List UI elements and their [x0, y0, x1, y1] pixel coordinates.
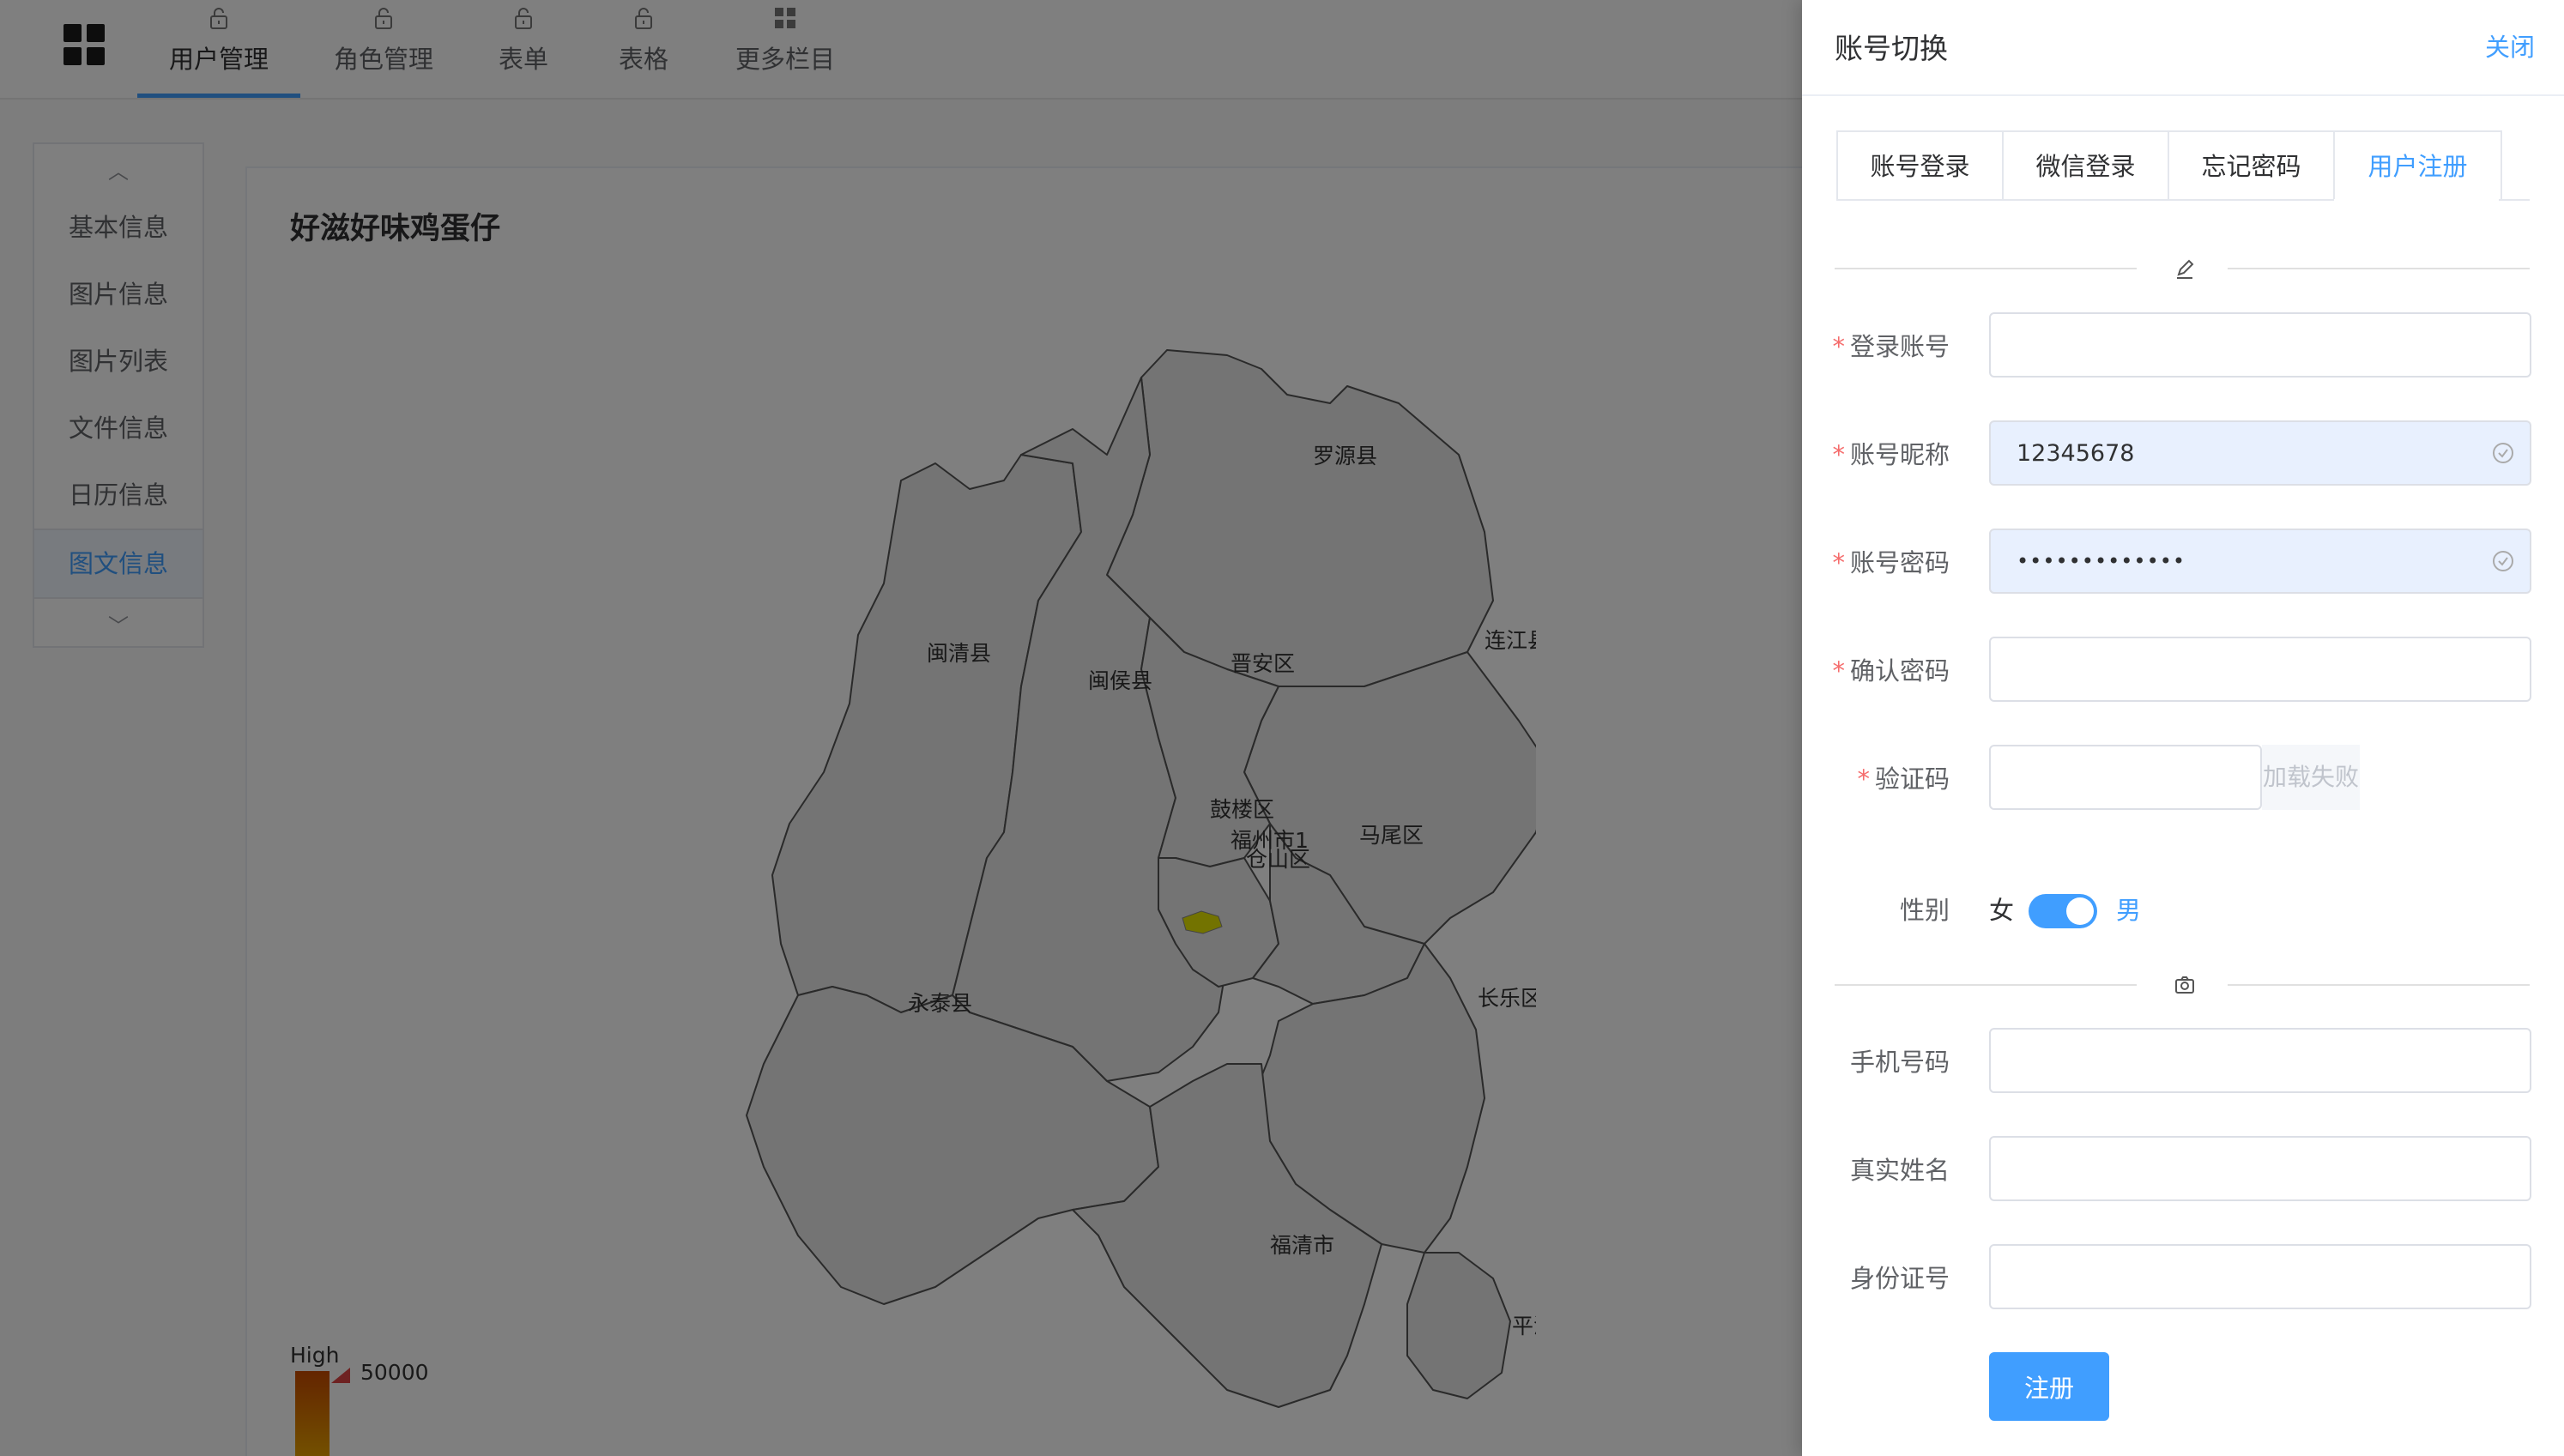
- check-circle-icon: [2493, 443, 2513, 463]
- required-mark: *: [1857, 764, 1870, 794]
- label-text: 登录账号: [1849, 332, 1950, 361]
- form-row-gender: 性别 女 男: [1802, 880, 2564, 940]
- input-value: •••••••••••••: [2017, 549, 2186, 573]
- form-row-idcard: 身份证号: [1802, 1244, 2564, 1313]
- tab-account-login[interactable]: 账号登录: [1838, 132, 2004, 201]
- phone-label: 手机号码: [1849, 1048, 1950, 1077]
- required-mark: *: [1832, 440, 1845, 469]
- gender-label: 性别: [1899, 896, 1950, 925]
- form-row-captcha: * 验证码 加载失败: [1802, 745, 2564, 813]
- tab-user-register[interactable]: 用户注册: [2335, 132, 2501, 201]
- idcard-input[interactable]: [1989, 1244, 2531, 1309]
- label-text: 验证码: [1874, 764, 1950, 794]
- label-text: 账号昵称: [1849, 440, 1950, 469]
- modal-overlay[interactable]: [0, 0, 1802, 1456]
- edit-icon: [2177, 259, 2194, 279]
- auth-tabs: 账号登录 微信登录 忘记密码 用户注册: [1836, 130, 2502, 201]
- nickname-label: * 账号昵称: [1832, 420, 1950, 489]
- captcha-input[interactable]: [1989, 745, 2262, 810]
- label-text: 账号密码: [1849, 548, 1950, 577]
- password-label: * 账号密码: [1832, 529, 1950, 597]
- close-button[interactable]: 关闭: [2485, 27, 2535, 63]
- idcard-label: 身份证号: [1849, 1264, 1950, 1293]
- camera-icon: [2175, 976, 2194, 994]
- phone-input[interactable]: [1989, 1028, 2531, 1093]
- tab-forgot-password[interactable]: 忘记密码: [2169, 132, 2335, 201]
- register-button[interactable]: 注册: [1989, 1352, 2109, 1421]
- input-value: 12345678: [2017, 439, 2135, 467]
- captcha-image[interactable]: 加载失败: [2262, 745, 2360, 810]
- gender-switch[interactable]: [2029, 894, 2097, 928]
- required-mark: *: [1832, 548, 1845, 577]
- required-mark: *: [1832, 656, 1845, 686]
- captcha-label: * 验证码: [1857, 745, 1950, 813]
- account-switch-drawer: 账号切换 关闭 账号登录 微信登录 忘记密码 用户注册 * 登录账号 * 账号昵称 …: [1802, 0, 2564, 1456]
- form-row-confirm: * 确认密码: [1802, 637, 2564, 705]
- tabs-active-gap: [2334, 199, 2499, 201]
- gender-male-label: 男: [2116, 896, 2142, 925]
- required-mark: *: [1832, 332, 1845, 361]
- drawer-title: 账号切换: [1835, 32, 1948, 65]
- confirm-password-input[interactable]: [1989, 637, 2531, 702]
- form-row-account: * 登录账号: [1802, 312, 2564, 381]
- realname-label: 真实姓名: [1849, 1156, 1950, 1185]
- realname-input[interactable]: [1989, 1136, 2531, 1201]
- nickname-input[interactable]: 12345678: [1989, 420, 2531, 486]
- form-row-realname: 真实姓名: [1802, 1136, 2564, 1205]
- check-circle-icon: [2493, 551, 2513, 571]
- password-input[interactable]: •••••••••••••: [1989, 529, 2531, 594]
- section-divider-edit: [1835, 256, 2530, 281]
- section-divider-camera: [1835, 972, 2530, 998]
- gender-female-label: 女: [1989, 896, 2015, 925]
- account-input[interactable]: [1989, 312, 2531, 378]
- form-row-password: * 账号密码 •••••••••••••: [1802, 529, 2564, 597]
- drawer-header-divider: [1802, 94, 2564, 96]
- confirm-label: * 确认密码: [1832, 637, 1950, 705]
- form-row-nickname: * 账号昵称 12345678: [1802, 420, 2564, 489]
- label-text: 确认密码: [1849, 656, 1950, 686]
- account-label: * 登录账号: [1832, 312, 1950, 381]
- form-row-phone: 手机号码: [1802, 1028, 2564, 1097]
- tab-wechat-login[interactable]: 微信登录: [2004, 132, 2169, 201]
